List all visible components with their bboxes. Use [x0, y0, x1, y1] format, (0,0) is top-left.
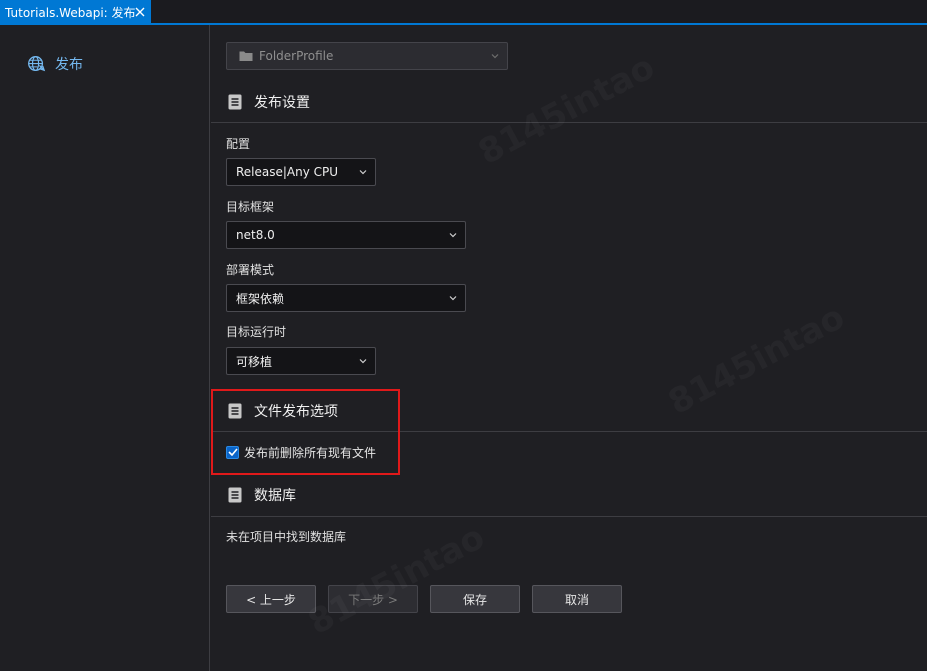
chevron-down-icon — [449, 233, 457, 238]
publish-panel: FolderProfile 发布设置 配置 Release|Any CPU 目标… — [211, 25, 927, 671]
document-icon — [228, 487, 242, 503]
cancel-button[interactable]: 取消 — [532, 585, 622, 613]
document-tab-bar: Tutorials.Webapi: 发布 — [0, 0, 927, 25]
section-database: 数据库 — [228, 484, 296, 506]
document-tab[interactable]: Tutorials.Webapi: 发布 — [0, 0, 151, 25]
next-button[interactable]: 下一步 > — [328, 585, 418, 613]
deployment-mode-value: 框架依赖 — [236, 291, 285, 306]
no-database-message: 未在项目中找到数据库 — [226, 530, 347, 544]
globe-icon — [28, 55, 46, 71]
divider — [211, 516, 927, 517]
divider — [211, 122, 927, 123]
profile-select[interactable]: FolderProfile — [226, 42, 508, 70]
chevron-down-icon — [359, 170, 367, 175]
folder-icon — [239, 51, 253, 61]
previous-button[interactable]: < 上一步 — [226, 585, 316, 613]
document-icon — [228, 94, 242, 110]
target-framework-value: net8.0 — [236, 228, 275, 242]
configuration-select[interactable]: Release|Any CPU — [226, 158, 376, 186]
document-tab-title: Tutorials.Webapi: 发布 — [5, 6, 136, 20]
sidebar-item-publish[interactable]: 发布 — [27, 54, 83, 74]
target-framework-label: 目标框架 — [226, 200, 275, 214]
sidebar-item-label: 发布 — [55, 57, 83, 73]
chevron-down-icon — [491, 54, 499, 59]
target-runtime-select[interactable]: 可移植 — [226, 347, 376, 375]
target-framework-select[interactable]: net8.0 — [226, 221, 466, 249]
section-title: 发布设置 — [254, 95, 310, 111]
save-button[interactable]: 保存 — [430, 585, 520, 613]
chevron-down-icon — [449, 296, 457, 301]
configuration-label: 配置 — [226, 137, 251, 151]
section-publish-settings: 发布设置 — [228, 91, 310, 113]
chevron-down-icon — [359, 359, 367, 364]
configuration-value: Release|Any CPU — [236, 165, 339, 179]
target-runtime-value: 可移植 — [236, 354, 273, 369]
sidebar: 发布 — [0, 25, 210, 671]
target-runtime-label: 目标运行时 — [226, 325, 287, 339]
profile-value: FolderProfile — [259, 49, 334, 63]
highlight-annotation — [211, 389, 400, 475]
close-icon[interactable] — [133, 5, 147, 19]
section-title: 数据库 — [254, 488, 296, 504]
deployment-mode-label: 部署模式 — [226, 263, 275, 277]
deployment-mode-select[interactable]: 框架依赖 — [226, 284, 466, 312]
